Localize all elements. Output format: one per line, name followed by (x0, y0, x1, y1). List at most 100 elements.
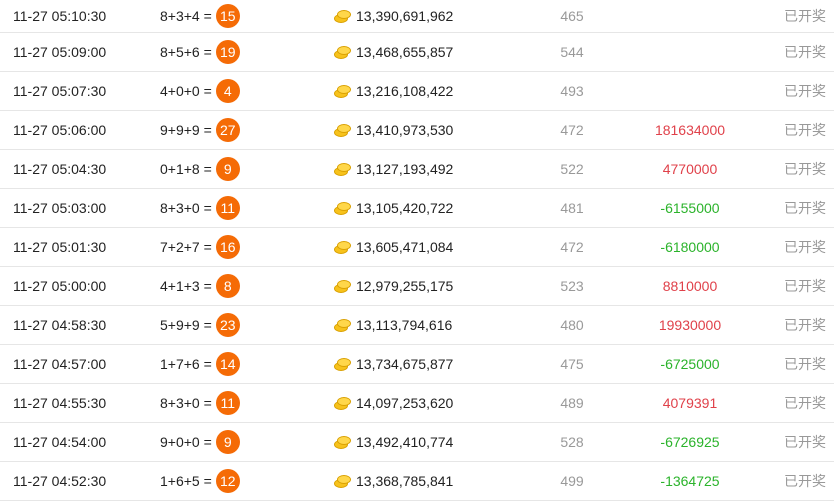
participant-count: 493 (560, 83, 584, 99)
draw-status: 已开奖 (784, 200, 826, 216)
draw-status: 已开奖 (784, 395, 826, 411)
table-row[interactable]: 11-27 04:52:30 1+6+5 = 12 13,368,785,841 499… (0, 462, 834, 501)
draw-time: 11-27 05:09:00 (13, 44, 107, 60)
formula-expression: 8+5+6 = (160, 44, 212, 60)
participant-count: 489 (560, 395, 584, 411)
gold-coin-icon (334, 475, 351, 488)
formula-expression: 1+6+5 = (160, 473, 212, 489)
draw-status: 已开奖 (784, 122, 826, 138)
pool-amount-value: 13,368,785,841 (356, 473, 454, 489)
participant-count: 475 (560, 356, 584, 372)
pool-amount-value: 13,216,108,422 (356, 83, 454, 99)
result-ball: 9 (215, 430, 240, 454)
draw-status: 已开奖 (784, 44, 826, 60)
draw-status: 已开奖 (784, 278, 826, 294)
formula-expression: 1+7+6 = (160, 356, 212, 372)
pool-amount: 13,468,655,857 (334, 33, 453, 71)
gold-coin-icon (334, 280, 351, 293)
result-ball: 14 (215, 352, 240, 376)
participant-count: 544 (560, 44, 584, 60)
pool-amount: 13,605,471,084 (334, 228, 453, 266)
table-row[interactable]: 11-27 05:09:00 8+5+6 = 19 13,468,655,857 544… (0, 33, 834, 72)
gold-coin-icon (334, 358, 351, 371)
win-loss-amount: 4079391 (662, 395, 718, 411)
gold-coin-icon (334, 85, 351, 98)
gold-coin-icon (334, 397, 351, 410)
win-loss-amount (630, 72, 750, 110)
draw-time: 11-27 05:04:30 (13, 161, 107, 177)
draw-formula: 5+9+9 = 23 (160, 306, 240, 344)
pool-amount: 12,979,255,175 (334, 267, 453, 305)
table-row[interactable]: 11-27 04:58:30 5+9+9 = 23 13,113,794,616 480… (0, 306, 834, 345)
result-ball: 27 (215, 118, 240, 142)
draw-time: 11-27 04:58:30 (13, 317, 107, 333)
table-row[interactable]: 11-27 04:57:00 1+7+6 = 14 13,734,675,877 475… (0, 345, 834, 384)
win-loss-amount: 19930000 (658, 317, 722, 333)
formula-expression: 8+3+0 = (160, 395, 212, 411)
draw-status: 已开奖 (784, 161, 826, 177)
formula-expression: 4+0+0 = (160, 83, 212, 99)
table-row[interactable]: 11-27 04:55:30 8+3+0 = 11 14,097,253,620 489… (0, 384, 834, 423)
win-loss-amount: -6180000 (660, 239, 720, 255)
draw-time: 11-27 04:55:30 (13, 395, 107, 411)
draw-status: 已开奖 (784, 317, 826, 333)
pool-amount: 13,105,420,722 (334, 189, 453, 227)
formula-expression: 4+1+3 = (160, 278, 212, 294)
table-row[interactable]: 11-27 05:10:30 8+3+4 = 15 13,390,691,962 465… (0, 0, 834, 33)
draw-formula: 7+2+7 = 16 (160, 228, 240, 266)
pool-amount: 13,216,108,422 (334, 72, 453, 110)
gold-coin-icon (334, 163, 351, 176)
formula-expression: 7+2+7 = (160, 239, 212, 255)
pool-amount-value: 13,468,655,857 (356, 44, 454, 60)
pool-amount: 13,410,973,530 (334, 111, 453, 149)
pool-amount: 13,492,410,774 (334, 423, 453, 461)
pool-amount-value: 13,492,410,774 (356, 434, 454, 450)
pool-amount-value: 13,127,193,492 (356, 161, 454, 177)
draw-formula: 0+1+8 = 9 (160, 150, 240, 188)
formula-expression: 5+9+9 = (160, 317, 212, 333)
draw-formula: 9+0+0 = 9 (160, 423, 240, 461)
result-ball: 11 (215, 391, 240, 415)
draw-time: 11-27 05:07:30 (13, 83, 107, 99)
pool-amount-value: 14,097,253,620 (356, 395, 454, 411)
result-ball: 16 (215, 235, 240, 259)
lottery-results-table: 11-27 05:10:30 8+3+4 = 15 13,390,691,962 465… (0, 0, 834, 501)
draw-status: 已开奖 (784, 356, 826, 372)
pool-amount-value: 13,605,471,084 (356, 239, 454, 255)
formula-expression: 8+3+4 = (160, 8, 212, 24)
pool-amount: 13,113,794,616 (334, 306, 452, 344)
table-row[interactable]: 11-27 04:54:00 9+0+0 = 9 13,492,410,774 528 -… (0, 423, 834, 462)
draw-status: 已开奖 (784, 8, 826, 24)
participant-count: 499 (560, 473, 584, 489)
draw-time: 11-27 05:10:30 (13, 8, 107, 24)
table-row[interactable]: 11-27 05:07:30 4+0+0 = 4 13,216,108,422 493 已… (0, 72, 834, 111)
draw-time: 11-27 05:01:30 (13, 239, 107, 255)
draw-formula: 8+3+4 = 15 (160, 0, 240, 32)
draw-formula: 8+3+0 = 11 (160, 189, 240, 227)
table-row[interactable]: 11-27 05:04:30 0+1+8 = 9 13,127,193,492 522 4… (0, 150, 834, 189)
participant-count: 528 (560, 434, 584, 450)
table-row[interactable]: 11-27 05:00:00 4+1+3 = 8 12,979,255,175 523 8… (0, 267, 834, 306)
draw-formula: 8+5+6 = 19 (160, 33, 240, 71)
result-ball: 9 (215, 157, 240, 181)
draw-time: 11-27 05:03:00 (13, 200, 107, 216)
table-row[interactable]: 11-27 05:06:00 9+9+9 = 27 13,410,973,530 472… (0, 111, 834, 150)
draw-formula: 4+1+3 = 8 (160, 267, 240, 305)
table-row[interactable]: 11-27 05:03:00 8+3+0 = 11 13,105,420,722 481… (0, 189, 834, 228)
win-loss-amount: -6726925 (660, 434, 720, 450)
draw-formula: 4+0+0 = 4 (160, 72, 240, 110)
win-loss-amount: 8810000 (662, 278, 718, 294)
result-ball: 12 (215, 469, 240, 493)
pool-amount: 13,127,193,492 (334, 150, 453, 188)
win-loss-amount: -6155000 (660, 200, 720, 216)
result-ball: 23 (215, 313, 240, 337)
win-loss-amount: -1364725 (660, 473, 720, 489)
draw-formula: 1+7+6 = 14 (160, 345, 240, 383)
participant-count: 481 (560, 200, 584, 216)
pool-amount-value: 13,410,973,530 (356, 122, 454, 138)
formula-expression: 0+1+8 = (160, 161, 212, 177)
pool-amount-value: 13,390,691,962 (356, 8, 454, 24)
pool-amount-value: 13,105,420,722 (356, 200, 454, 216)
win-loss-amount: 4770000 (662, 161, 718, 177)
table-row[interactable]: 11-27 05:01:30 7+2+7 = 16 13,605,471,084 472… (0, 228, 834, 267)
